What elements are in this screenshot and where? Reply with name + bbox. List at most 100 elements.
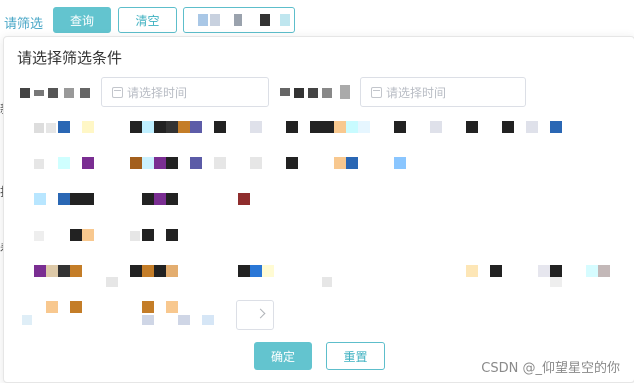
censored-label (34, 231, 44, 241)
censored-chip (550, 265, 562, 277)
censored-chip (286, 157, 298, 169)
censored-chip (154, 157, 166, 169)
chevron-down-icon (255, 308, 266, 319)
censored-chip (430, 121, 442, 133)
censored-chip (214, 157, 226, 169)
censored-chip (526, 121, 538, 133)
censored-label (322, 277, 332, 287)
censored-chip (142, 121, 154, 133)
censored-block (210, 14, 220, 26)
panel-title: 请选择筛选条件 (17, 49, 123, 67)
censored-chip (46, 301, 58, 313)
censored-label (34, 159, 44, 169)
censored-chip (130, 265, 142, 277)
censored-label (22, 315, 32, 325)
censored-chip (346, 157, 358, 169)
censored-chip (130, 157, 142, 169)
censored-label (130, 231, 140, 241)
censored-chip (178, 121, 190, 133)
censored-label (20, 88, 30, 98)
censored-chip (70, 265, 82, 277)
censored-chip (70, 301, 82, 313)
censored-chip (394, 121, 406, 133)
end-date-input[interactable]: 请选择时间 (360, 77, 526, 107)
censored-chip (70, 193, 82, 205)
censored-chip (46, 265, 58, 277)
censored-chip (82, 229, 94, 241)
censored-chip (58, 121, 70, 133)
censored-chip (130, 121, 142, 133)
censored-label (322, 88, 332, 98)
censored-label (340, 85, 350, 99)
censored-chip (250, 265, 262, 277)
screen: 请筛选 查询 清空 新 担 看 请选择筛选条件 请选择时间 请选择时间 (0, 0, 634, 383)
end-date-placeholder: 请选择时间 (386, 85, 447, 100)
censored-label (34, 123, 44, 133)
confirm-button[interactable]: 确定 (254, 342, 312, 370)
censored-chip (538, 265, 550, 277)
censored-chip (166, 157, 178, 169)
censored-block (260, 14, 270, 26)
censored-label (178, 315, 190, 325)
censored-chip (214, 121, 226, 133)
censored-chip (466, 265, 478, 277)
censored-chip (142, 301, 154, 313)
censored-chip (586, 265, 598, 277)
censored-chip (142, 229, 154, 241)
censored-chip (238, 193, 250, 205)
censored-chip (70, 229, 82, 241)
censored-chip (466, 121, 478, 133)
censored-chip (286, 121, 298, 133)
censored-label (142, 315, 154, 325)
censored-chip (250, 157, 262, 169)
censored-chip (190, 157, 202, 169)
small-select[interactable] (236, 300, 274, 330)
censored-chip (166, 121, 178, 133)
start-date-placeholder: 请选择时间 (127, 85, 188, 100)
watermark: CSDN @_仰望星空的你 (481, 361, 620, 376)
censored-chip (190, 121, 202, 133)
censored-label (280, 88, 290, 96)
censored-label (106, 277, 118, 287)
censored-chip (142, 193, 154, 205)
start-date-input[interactable]: 请选择时间 (101, 77, 269, 107)
censored-chip (166, 229, 178, 241)
query-button[interactable]: 查询 (53, 7, 111, 33)
filter-toggle-link[interactable]: 请筛选 (4, 13, 43, 32)
censored-chip (82, 121, 94, 133)
censored-chip (142, 157, 154, 169)
censored-chip (502, 121, 514, 133)
censored-chip (334, 157, 346, 169)
clear-button[interactable]: 清空 (118, 7, 177, 33)
censored-chip (250, 121, 262, 133)
toolbar: 请筛选 查询 清空 (0, 0, 634, 40)
censored-block (280, 14, 290, 26)
censored-chip (154, 265, 166, 277)
censored-button[interactable] (183, 7, 295, 33)
censored-chip (166, 301, 178, 313)
censored-label (202, 315, 214, 325)
censored-chip (550, 121, 562, 133)
censored-label (550, 277, 562, 287)
reset-button[interactable]: 重置 (326, 342, 385, 370)
censored-chip (58, 265, 70, 277)
censored-chip (310, 121, 322, 133)
censored-chip (34, 265, 46, 277)
censored-chip (166, 193, 178, 205)
calendar-icon (112, 86, 123, 98)
censored-chip (58, 157, 70, 169)
censored-label (46, 123, 56, 133)
censored-chip (490, 265, 502, 277)
censored-label (64, 88, 74, 98)
censored-label (294, 88, 304, 98)
calendar-icon (371, 86, 382, 98)
censored-chip (322, 121, 334, 133)
censored-filter-options (4, 37, 634, 383)
filter-panel: 请选择筛选条件 请选择时间 请选择时间 确定 重置 (3, 36, 634, 383)
censored-chip (358, 121, 370, 133)
censored-block (198, 14, 208, 26)
censored-label (34, 90, 44, 96)
censored-chip (262, 265, 274, 277)
censored-chip (82, 157, 94, 169)
censored-chip (34, 193, 46, 205)
